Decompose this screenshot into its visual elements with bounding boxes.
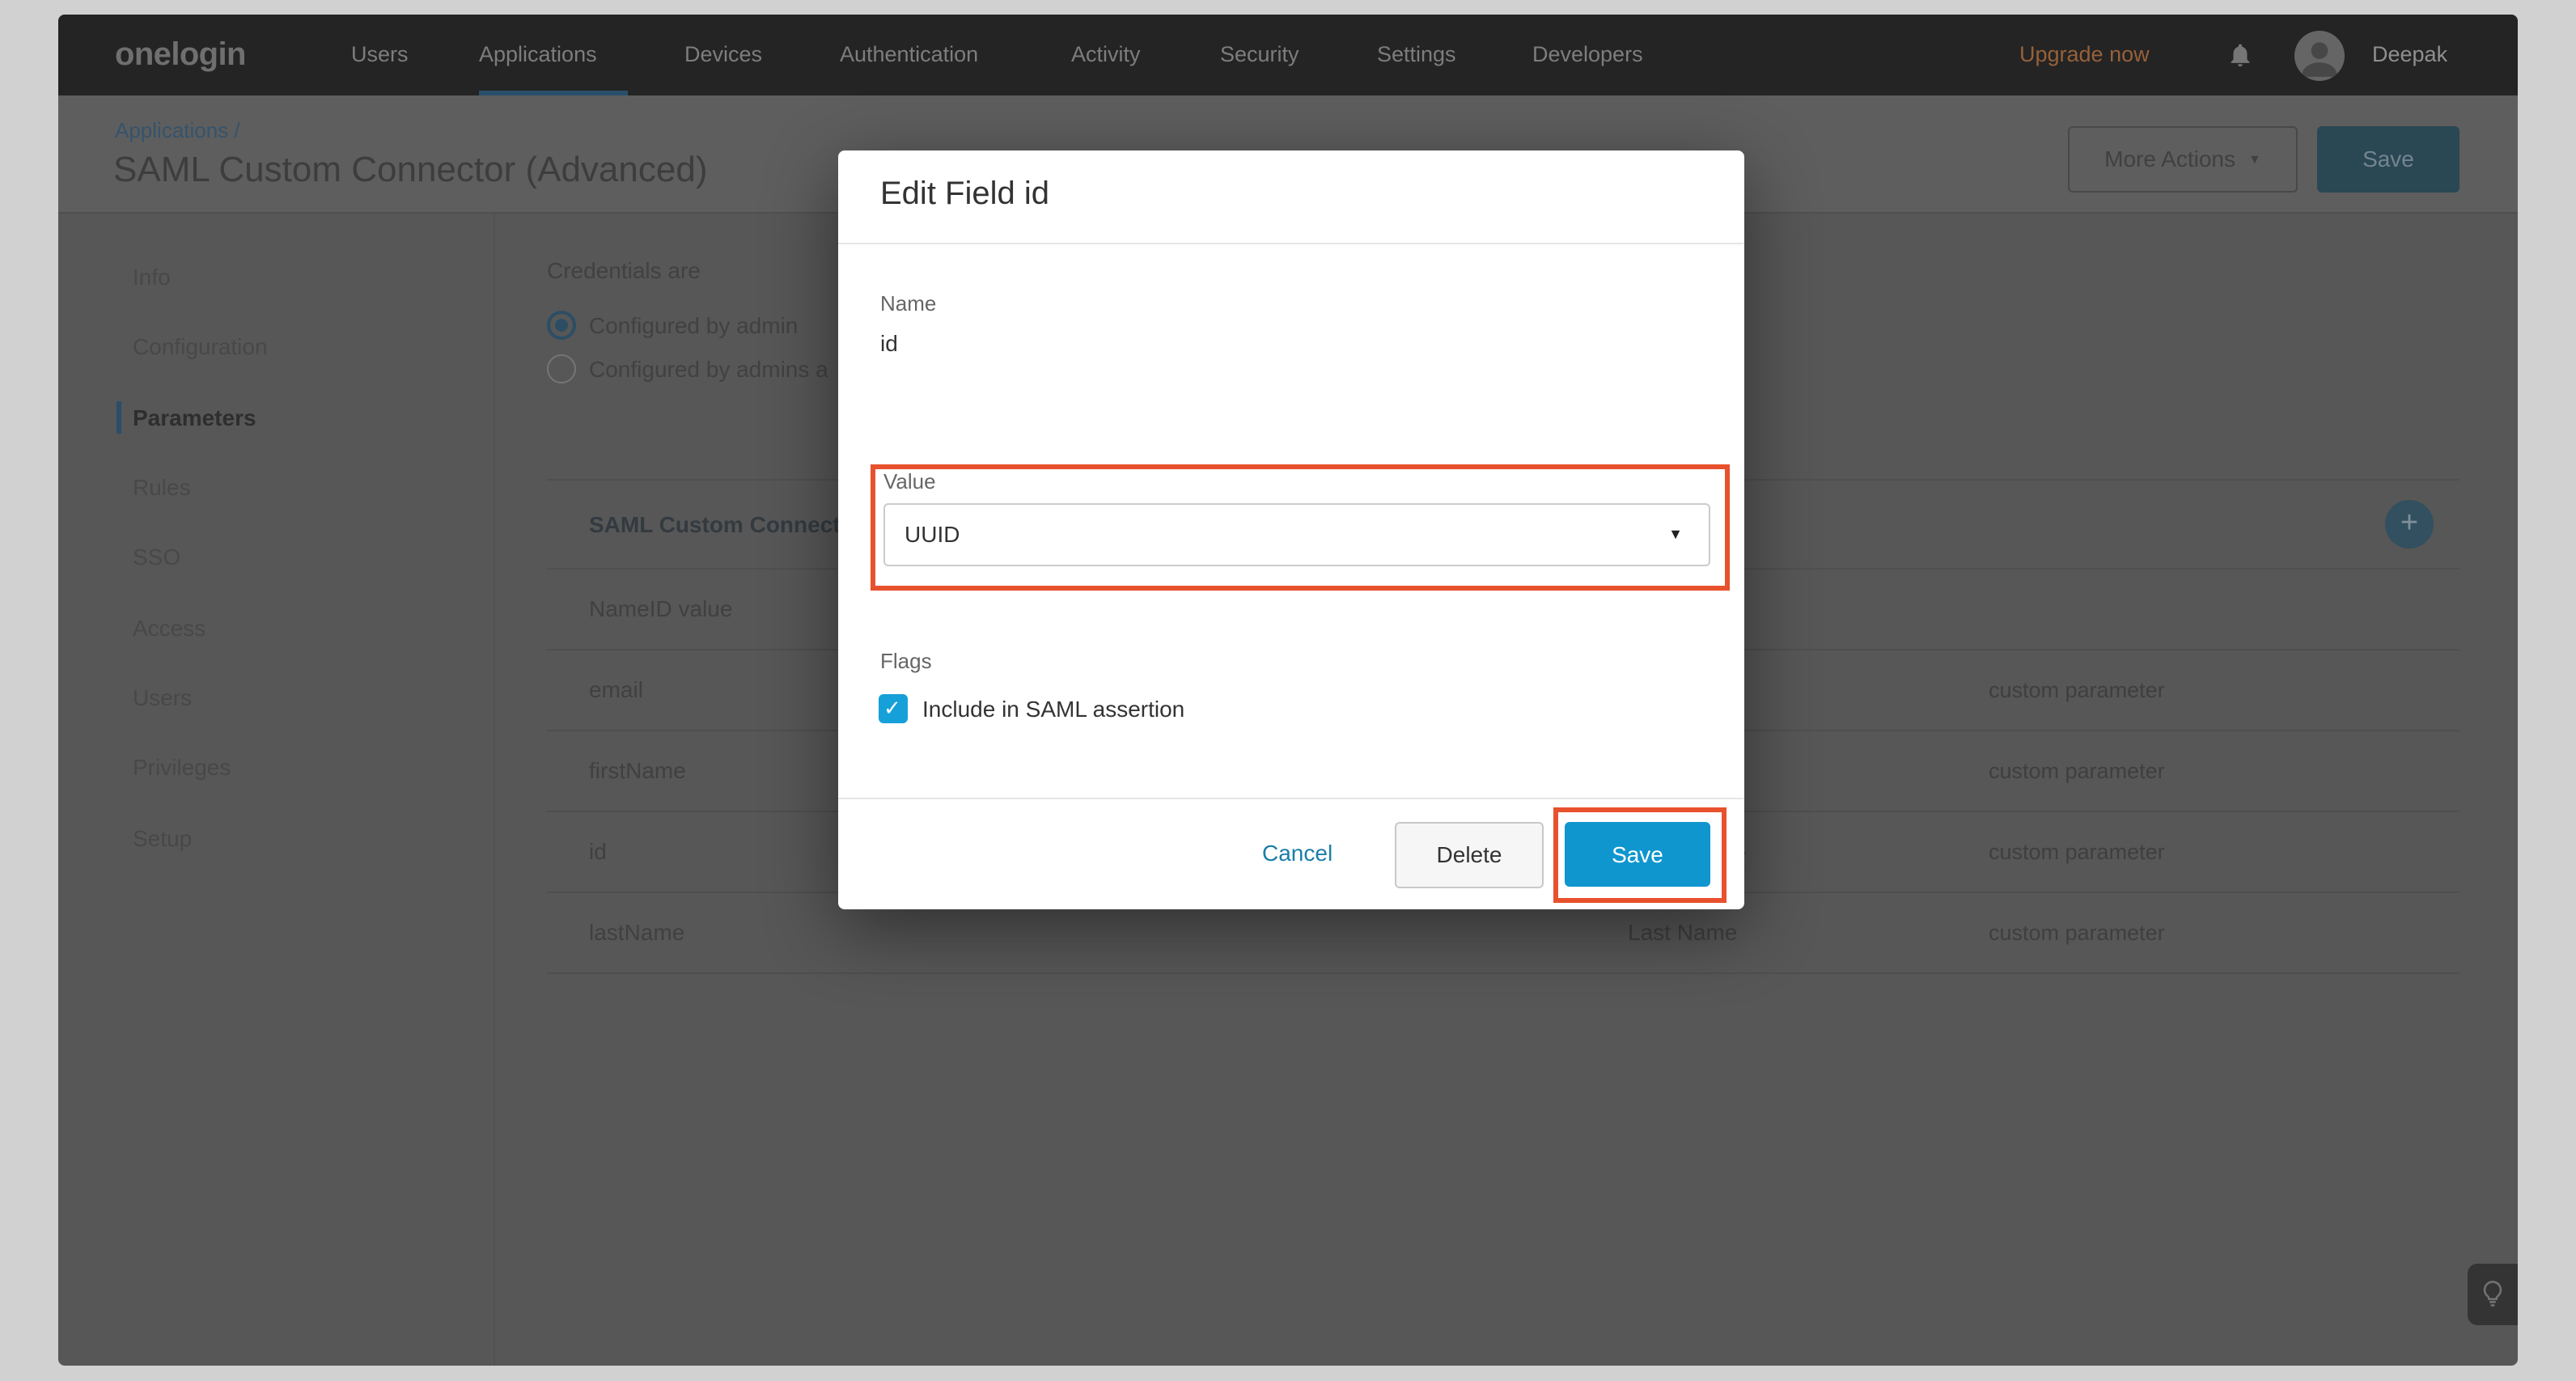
nav-item-settings[interactable]: Settings: [1377, 15, 1456, 95]
sidebar-divider: [494, 211, 495, 1366]
sidebar-item-access[interactable]: Access: [133, 612, 205, 644]
value-label: Value: [883, 469, 936, 494]
sidebar-item-rules[interactable]: Rules: [133, 471, 191, 503]
upgrade-now-link[interactable]: Upgrade now: [2019, 15, 2150, 95]
nav-item-developers[interactable]: Developers: [1532, 15, 1643, 95]
value-selected-option: UUID: [905, 505, 960, 565]
row-note: custom parameter: [1989, 812, 2165, 892]
edit-field-modal: Edit Field id Name id Value UUID ▼ Flags…: [838, 150, 1744, 909]
page-title: SAML Custom Connector (Advanced): [113, 149, 707, 191]
row-note: custom parameter: [1989, 650, 2165, 730]
modal-title: Edit Field id: [880, 176, 1049, 214]
cancel-button[interactable]: Cancel: [1262, 840, 1332, 866]
radio-label-admin[interactable]: Configured by admin: [589, 308, 798, 341]
nav-item-devices[interactable]: Devices: [684, 15, 762, 95]
active-sidebar-bar: [117, 401, 121, 434]
modal-footer-divider: [838, 798, 1744, 799]
nav-item-users[interactable]: Users: [351, 15, 409, 95]
nav-item-authentication[interactable]: Authentication: [840, 15, 978, 95]
more-actions-label: More Actions: [2104, 146, 2235, 172]
top-nav-bar: onelogin Users Applications Devices Auth…: [58, 15, 2518, 95]
radio-configured-by-admins-and[interactable]: [547, 354, 576, 383]
row-note: custom parameter: [1989, 731, 2165, 811]
sidebar-item-privileges[interactable]: Privileges: [133, 751, 231, 783]
breadcrumb[interactable]: Applications /: [115, 118, 240, 142]
onelogin-logo[interactable]: onelogin: [115, 15, 246, 95]
nav-item-applications[interactable]: Applications: [479, 15, 597, 95]
value-select[interactable]: UUID ▼: [883, 503, 1710, 566]
flags-label: Flags: [880, 649, 932, 673]
name-label: Name: [880, 291, 936, 316]
include-saml-checkbox[interactable]: [879, 694, 908, 723]
user-avatar[interactable]: [2294, 30, 2345, 80]
screen: onelogin Users Applications Devices Auth…: [0, 0, 2576, 1381]
credentials-label: Credentials are: [547, 254, 701, 286]
person-icon: [2294, 30, 2345, 80]
active-nav-underline: [479, 90, 628, 95]
sidebar-item-setup[interactable]: Setup: [133, 822, 192, 854]
chevron-down-icon: ▼: [1668, 505, 1683, 565]
radio-label-admins[interactable]: Configured by admins a: [589, 352, 828, 384]
name-value: id: [880, 330, 898, 356]
modal-header-divider: [838, 243, 1744, 244]
sidebar-item-sso[interactable]: SSO: [133, 540, 180, 573]
help-button[interactable]: [2468, 1264, 2518, 1325]
add-parameter-button[interactable]: +: [2385, 500, 2434, 549]
user-name[interactable]: Deepak: [2372, 15, 2447, 95]
radio-configured-by-admin[interactable]: [547, 310, 576, 339]
more-actions-button[interactable]: More Actions ▼: [2068, 126, 2298, 193]
include-saml-label[interactable]: Include in SAML assertion: [922, 696, 1184, 723]
modal-save-button[interactable]: Save: [1565, 822, 1710, 887]
sidebar-item-users[interactable]: Users: [133, 681, 192, 714]
sidebar-item-configuration[interactable]: Configuration: [133, 330, 268, 362]
notification-bell-icon[interactable]: [2226, 40, 2254, 70]
sidebar-item-info[interactable]: Info: [133, 261, 171, 293]
nav-item-activity[interactable]: Activity: [1071, 15, 1141, 95]
sidebar-item-parameters[interactable]: Parameters: [133, 401, 256, 434]
row-note: custom parameter: [1989, 893, 2165, 972]
delete-button[interactable]: Delete: [1395, 822, 1544, 888]
lightbulb-icon: [2479, 1278, 2506, 1311]
nav-item-security[interactable]: Security: [1220, 15, 1299, 95]
chevron-down-icon: ▼: [2248, 128, 2261, 191]
header-save-button[interactable]: Save: [2317, 126, 2459, 193]
